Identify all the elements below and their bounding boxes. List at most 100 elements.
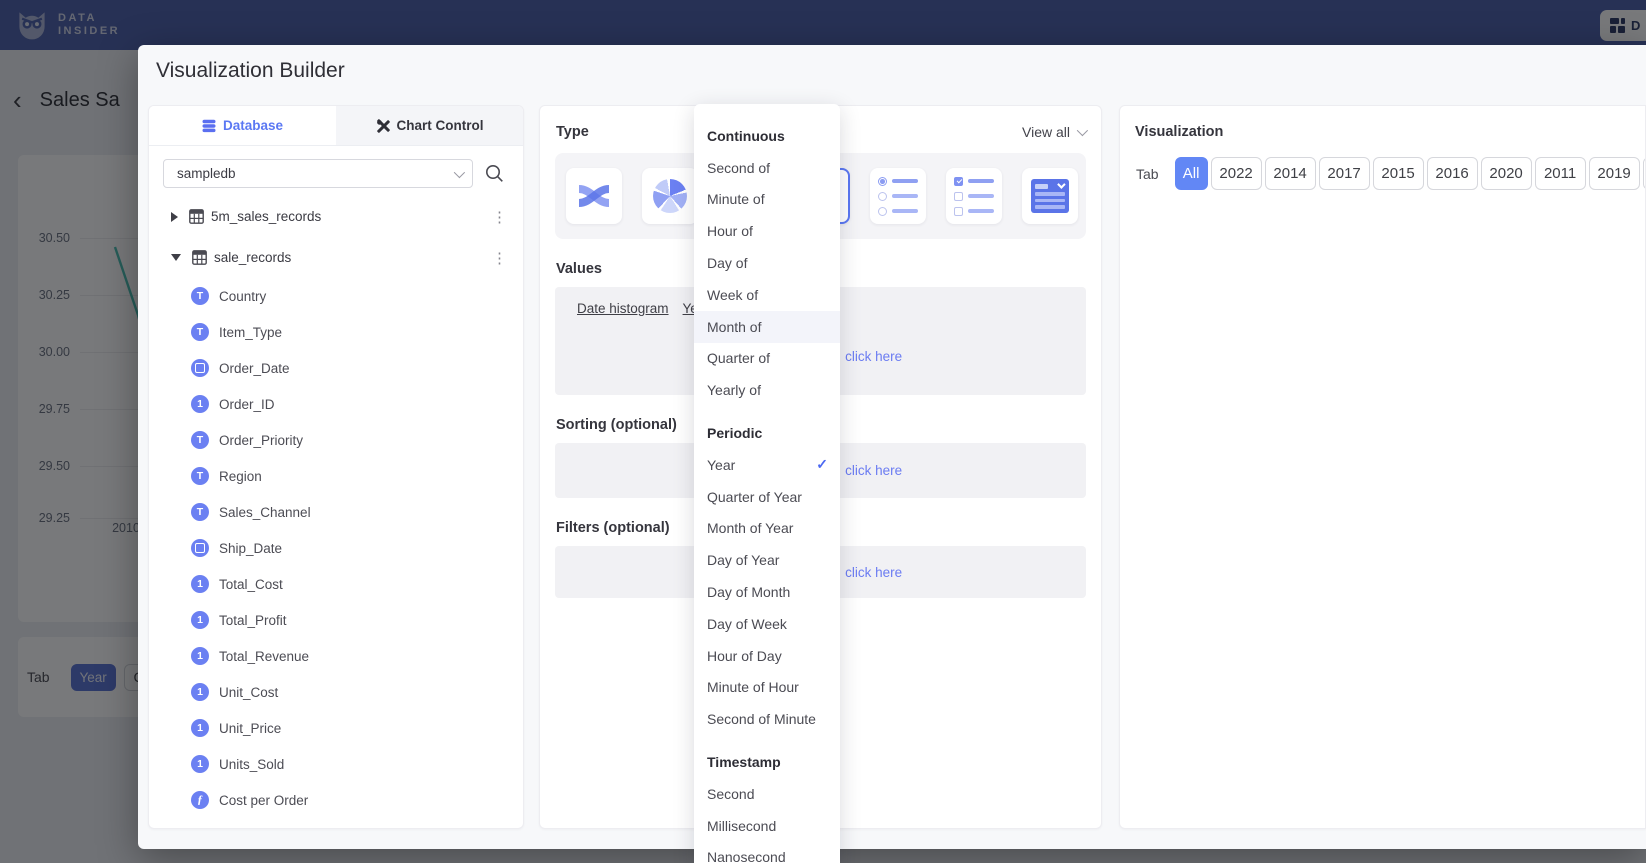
datasource-value: sampledb bbox=[177, 166, 236, 181]
kebab-menu-icon[interactable]: ⋮ bbox=[488, 208, 511, 226]
dropdown-item-second-of[interactable]: Second of bbox=[694, 152, 840, 184]
field-label: Ship_Date bbox=[219, 541, 282, 556]
viz-tab-2015[interactable]: 2015 bbox=[1373, 157, 1424, 190]
dropdown-item-label: Year bbox=[707, 457, 735, 473]
dropdown-item-quarter-of[interactable]: Quarter of bbox=[694, 343, 840, 375]
field-label: Region bbox=[219, 469, 262, 484]
field-label: Unit_Price bbox=[219, 721, 281, 736]
dropdown-item-year[interactable]: Year ✓ bbox=[694, 449, 840, 481]
search-icon[interactable] bbox=[485, 164, 504, 183]
field-label: Order_Date bbox=[219, 361, 290, 376]
dropdown-item-day-of[interactable]: Day of bbox=[694, 247, 840, 279]
dropdown-item-quarter-of-year[interactable]: Quarter of Year bbox=[694, 481, 840, 513]
field-label: Item_Type bbox=[219, 325, 282, 340]
dropdown-item-month-of[interactable]: Month of bbox=[694, 311, 840, 343]
field-row-units-sold[interactable]: 1 Units_Sold bbox=[149, 746, 523, 782]
dropdown-item-minute-of-hour[interactable]: Minute of Hour bbox=[694, 672, 840, 704]
year-tab-row: Tab All 2022 2014 2017 2015 2016 2020 20… bbox=[1136, 157, 1645, 190]
tab-chart-control[interactable]: Chart Control bbox=[336, 106, 523, 145]
text-field-icon: T bbox=[191, 431, 209, 449]
field-row-sales-channel[interactable]: TSales_Channel bbox=[149, 494, 523, 530]
field-label: Order_ID bbox=[219, 397, 275, 412]
field-label: Total_Cost bbox=[219, 577, 283, 592]
field-row-region[interactable]: TRegion bbox=[149, 458, 523, 494]
table-row-5m-sales-records[interactable]: 5m_sales_records ⋮ bbox=[149, 196, 523, 237]
dropdown-item-day-of-month[interactable]: Day of Month bbox=[694, 576, 840, 608]
check-icon: ✓ bbox=[816, 456, 828, 473]
dropdown-item-millisecond[interactable]: Millisecond bbox=[694, 810, 840, 842]
number-field-icon: 1 bbox=[191, 719, 209, 737]
text-field-icon: T bbox=[191, 287, 209, 305]
dropdown-item-second-of-minute[interactable]: Second of Minute bbox=[694, 703, 840, 735]
field-label: Cost per Order bbox=[219, 793, 308, 808]
field-label: Total_Revenue bbox=[219, 649, 309, 664]
table-name: sale_records bbox=[214, 250, 488, 265]
field-label: Order_Priority bbox=[219, 433, 303, 448]
chevron-right-icon[interactable] bbox=[171, 212, 178, 222]
number-field-icon: 1 bbox=[191, 755, 209, 773]
viz-tab-2017[interactable]: 2017 bbox=[1319, 157, 1370, 190]
field-label: Sales_Channel bbox=[219, 505, 311, 520]
table-chart-tile[interactable] bbox=[1022, 168, 1078, 224]
field-row-unit-price[interactable]: 1 Unit_Price bbox=[149, 710, 523, 746]
visualization-label: Visualization bbox=[1120, 106, 1645, 140]
chevron-down-icon[interactable] bbox=[171, 254, 181, 261]
click-here-link[interactable]: click here bbox=[845, 349, 902, 364]
field-label: Units_Sold bbox=[219, 757, 284, 772]
viz-tab-2020[interactable]: 2020 bbox=[1481, 157, 1532, 190]
sankey-chart-tile[interactable] bbox=[566, 168, 622, 224]
field-row-total-revenue[interactable]: 1 Total_Revenue bbox=[149, 638, 523, 674]
dropdown-item-second[interactable]: Second bbox=[694, 778, 840, 810]
field-row-total-cost[interactable]: 1Total_Cost bbox=[149, 566, 523, 602]
table-chart-icon bbox=[1031, 179, 1069, 213]
table-row-sale-records[interactable]: sale_records ⋮ bbox=[149, 237, 523, 278]
pie-chart-icon bbox=[653, 179, 687, 213]
view-all-button[interactable]: View all bbox=[1022, 124, 1085, 140]
field-row-order-date[interactable]: Order_Date bbox=[149, 350, 523, 386]
number-field-icon: 1 bbox=[191, 647, 209, 665]
visualization-panel: Visualization Tab All 2022 2014 2017 201… bbox=[1119, 105, 1646, 829]
dropdown-item-minute-of[interactable]: Minute of bbox=[694, 184, 840, 216]
dropdown-item-month-of-year[interactable]: Month of Year bbox=[694, 513, 840, 545]
viz-tab-2016[interactable]: 2016 bbox=[1427, 157, 1478, 190]
chevron-down-icon bbox=[454, 166, 465, 177]
dropdown-item-day-of-year[interactable]: Day of Year bbox=[694, 544, 840, 576]
dropdown-item-day-of-week[interactable]: Day of Week bbox=[694, 608, 840, 640]
dropdown-item-yearly-of[interactable]: Yearly of bbox=[694, 374, 840, 406]
view-all-label: View all bbox=[1022, 124, 1070, 140]
dropdown-item-hour-of-day[interactable]: Hour of Day bbox=[694, 640, 840, 672]
click-here-link[interactable]: click here bbox=[845, 565, 902, 580]
viz-tab-2022[interactable]: 2022 bbox=[1211, 157, 1262, 190]
field-row-order-id[interactable]: 1Order_ID bbox=[149, 386, 523, 422]
viz-tab-clipped[interactable]: 2 bbox=[1643, 157, 1646, 190]
field-row-unit-cost[interactable]: 1Unit_Cost bbox=[149, 674, 523, 710]
datasource-select[interactable]: sampledb bbox=[163, 159, 473, 188]
date-histogram-pill[interactable]: Date histogram bbox=[577, 301, 669, 316]
pie-chart-tile[interactable] bbox=[642, 168, 698, 224]
visualization-builder-modal: Visualization Builder Database Chart Con… bbox=[138, 45, 1646, 849]
viz-tab-2014[interactable]: 2014 bbox=[1265, 157, 1316, 190]
viz-tab-2011[interactable]: 2011 bbox=[1535, 157, 1586, 190]
table-icon bbox=[189, 209, 204, 224]
dropdown-item-week-of[interactable]: Week of bbox=[694, 279, 840, 311]
tools-icon bbox=[376, 119, 390, 133]
checkbox-list-tile[interactable] bbox=[946, 168, 1002, 224]
field-row-cost-per-order[interactable]: ƒ Cost per Order bbox=[149, 782, 523, 818]
dropdown-item-nanosecond[interactable]: Nanosecond bbox=[694, 842, 840, 863]
formula-field-icon: ƒ bbox=[191, 791, 209, 809]
radio-list-tile[interactable] bbox=[870, 168, 926, 224]
field-row-ship-date[interactable]: Ship_Date bbox=[149, 530, 523, 566]
field-row-country[interactable]: TCountry bbox=[149, 278, 523, 314]
tab-database[interactable]: Database bbox=[149, 106, 336, 145]
click-here-link[interactable]: click here bbox=[845, 463, 902, 478]
kebab-menu-icon[interactable]: ⋮ bbox=[488, 249, 511, 267]
dropdown-group-header: Timestamp bbox=[694, 746, 840, 778]
field-row-order-priority[interactable]: T Order_Priority bbox=[149, 422, 523, 458]
viz-tab-2019[interactable]: 2019 bbox=[1589, 157, 1640, 190]
date-field-icon bbox=[191, 539, 209, 557]
dropdown-item-hour-of[interactable]: Hour of bbox=[694, 215, 840, 247]
field-row-total-profit[interactable]: 1Total_Profit bbox=[149, 602, 523, 638]
field-row-item-type[interactable]: TItem_Type bbox=[149, 314, 523, 350]
number-field-icon: 1 bbox=[191, 683, 209, 701]
viz-tab-all[interactable]: All bbox=[1175, 157, 1208, 190]
